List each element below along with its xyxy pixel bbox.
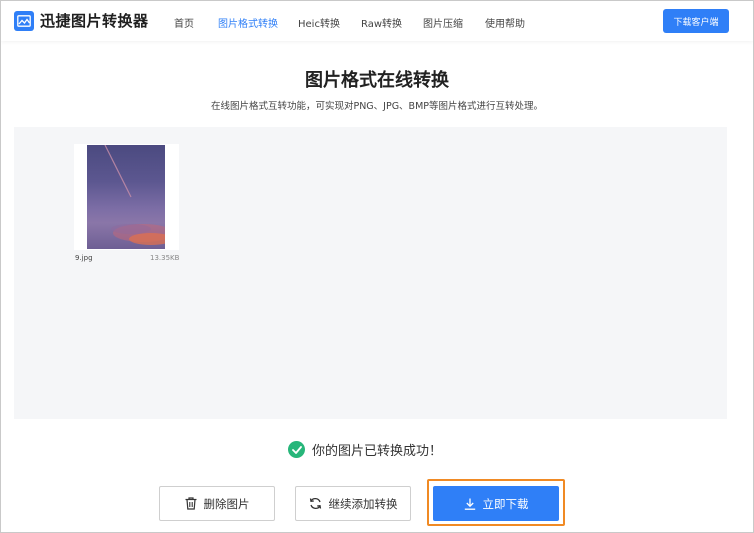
download-icon [464, 498, 476, 510]
delete-image-button[interactable]: 删除图片 [159, 486, 275, 521]
top-header: 迅捷图片转换器 首页 图片格式转换 Heic转换 Raw转换 图片压缩 使用帮助… [1, 1, 753, 41]
app-logo[interactable]: 迅捷图片转换器 [14, 10, 149, 31]
continue-add-button[interactable]: 继续添加转换 [295, 486, 411, 521]
trash-icon [185, 497, 197, 510]
nav-format-convert[interactable]: 图片格式转换 [218, 15, 278, 30]
image-logo-icon [14, 10, 34, 31]
file-size: 13.35KB [150, 254, 180, 262]
refresh-icon [309, 497, 322, 510]
file-name: 9.jpg [75, 254, 93, 262]
page-subtitle: 在线图片格式互转功能，可实现对PNG、JPG、BMP等图片格式进行互转处理。 [210, 101, 544, 112]
file-work-area[interactable]: 9.jpg 13.35KB [14, 127, 727, 419]
download-client-button[interactable]: 下载客户端 [663, 9, 729, 33]
continue-add-label: 继续添加转换 [328, 496, 398, 511]
app-name: 迅捷图片转换器 [40, 12, 149, 30]
nav-raw-convert[interactable]: Raw转换 [361, 15, 402, 30]
delete-image-label: 删除图片 [203, 496, 250, 511]
nav-heic-convert[interactable]: Heic转换 [298, 15, 340, 30]
download-now-button[interactable]: 立即下载 [433, 486, 559, 521]
file-thumbnail-card[interactable] [74, 144, 179, 250]
download-highlight-frame: 立即下载 [427, 479, 565, 526]
nav-home[interactable]: 首页 [174, 15, 194, 30]
download-now-label: 立即下载 [482, 496, 529, 511]
nav-image-compress[interactable]: 图片压缩 [423, 15, 463, 30]
nav-help[interactable]: 使用帮助 [485, 15, 525, 30]
success-message: 你的图片已转换成功！ [312, 444, 443, 459]
check-circle-icon [288, 441, 305, 458]
page-title: 图片格式在线转换 [305, 70, 449, 91]
image-thumbnail [87, 145, 165, 249]
success-status: 你的图片已转换成功！ [288, 440, 442, 459]
